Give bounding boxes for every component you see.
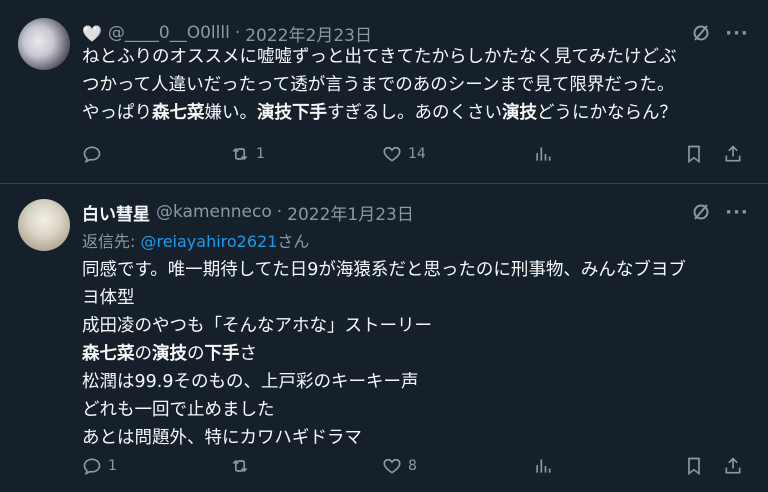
like-count: 14 [408, 146, 426, 162]
highlight-keyword: 演技 [502, 103, 537, 123]
tweet-text-line: 成田凌のやつも「そんなアホな」ストーリー [82, 316, 432, 336]
user-handle[interactable]: @kamenneco [156, 202, 272, 222]
views-icon [536, 147, 551, 161]
bookmark-icon [688, 457, 700, 476]
tweet-text-line: 森七菜の演技の下手さ [82, 340, 742, 368]
avatar[interactable] [18, 199, 70, 251]
retweet-button[interactable] [230, 451, 256, 481]
share-button[interactable] [723, 139, 743, 169]
separator-dot: · [234, 23, 241, 43]
reply-context: 返信先: @reiayahiro2621さん [82, 228, 309, 252]
reply-count: 1 [108, 458, 117, 474]
reply-suffix: さん [277, 232, 310, 251]
tweet-header: 白い彗星 @kamenneco · 2022年1月23日 [82, 198, 414, 226]
like-button[interactable]: 14 [382, 139, 426, 169]
reply-button[interactable] [82, 139, 108, 169]
action-bar: 1 8 [82, 451, 762, 481]
like-icon [383, 458, 401, 474]
highlight-keyword: 下手 [204, 344, 240, 364]
text-segment: どうにかならん？ [537, 103, 677, 123]
share-icon [725, 145, 741, 162]
text-segment: やっぱり [82, 103, 152, 123]
grok-icon[interactable] [688, 199, 714, 225]
reply-icon [83, 458, 101, 476]
tweet[interactable]: 🤍 @____0__O0llll · 2022年2月23日 ··· ねとふりのオ… [0, 0, 768, 183]
user-handle[interactable]: @____0__O0llll [108, 23, 230, 43]
retweet-count: 1 [256, 146, 265, 162]
tweet-text-line: 同感です。唯一期待してた日9が海猿系だと思ったのに刑事物、みんなブヨブ [82, 260, 686, 280]
reply-button[interactable]: 1 [82, 451, 117, 481]
tweet[interactable]: 白い彗星 @kamenneco · 2022年1月23日 ··· 返信先: @r… [0, 184, 768, 492]
action-bar: 1 14 [82, 139, 762, 169]
retweet-button[interactable]: 1 [230, 139, 265, 169]
tweet-text-line: ヨ体型 [82, 288, 135, 308]
tweet-text-line: やっぱり森七菜嫌い。演技下手すぎるし。あのくさい演技どうにかならん？ [82, 99, 742, 127]
retweet-icon [232, 147, 248, 161]
display-name[interactable]: 白い彗星 [82, 200, 150, 225]
views-button[interactable] [533, 451, 553, 481]
bookmark-button[interactable] [684, 451, 704, 481]
tweet-date[interactable]: 2022年2月23日 [245, 21, 372, 46]
share-button[interactable] [723, 451, 743, 481]
tweet-text: 同感です。唯一期待してた日9が海猿系だと思ったのに刑事物、みんなブヨブ ヨ体型 … [82, 256, 742, 452]
bookmark-button[interactable] [684, 139, 704, 169]
tweet-text-line: 松潤は99.9そのもの、上戸彩のキーキー声 [82, 372, 419, 392]
like-button[interactable]: 8 [382, 451, 417, 481]
tweet-text-line: つかって人違いだったって透が言うまでのあのシーンまで見て限界だった。 [82, 75, 675, 95]
highlight-keyword: 演技下手 [257, 103, 327, 123]
tweet-feed: 🤍 @____0__O0llll · 2022年2月23日 ··· ねとふりのオ… [0, 0, 768, 492]
highlight-keyword: 演技 [152, 344, 187, 364]
retweet-icon [232, 459, 248, 473]
tweet-text-line: どれも一回で止めました [82, 400, 275, 420]
views-button[interactable] [533, 139, 553, 169]
like-count: 8 [408, 458, 417, 474]
reply-mention-link[interactable]: @reiayahiro2621 [140, 232, 277, 251]
views-icon [536, 459, 551, 473]
reply-label: 返信先: [82, 232, 141, 251]
share-icon [725, 457, 741, 474]
avatar[interactable] [18, 18, 70, 70]
tweet-text-line: ねとふりのオススメに嘘嘘ずっと出てきてたからしかたなく見てみたけどぶ [82, 47, 677, 67]
more-icon[interactable]: ··· [724, 199, 750, 225]
highlight-keyword: 森七菜 [152, 103, 205, 123]
text-segment: すぎるし。あのくさい [327, 103, 502, 123]
highlight-keyword: 森七菜 [82, 344, 135, 364]
tweet-date[interactable]: 2022年1月23日 [287, 200, 414, 225]
tweet-text-line: あとは問題外、特にカワハギドラマ [82, 428, 362, 448]
text-segment: さ [239, 344, 258, 364]
text-segment: の [134, 344, 153, 364]
like-icon [383, 146, 401, 162]
heart-icon: 🤍 [82, 23, 102, 43]
separator-dot: · [276, 202, 283, 222]
bookmark-icon [688, 145, 700, 164]
text-segment: の [187, 344, 205, 364]
text-segment: 嫌い。 [204, 103, 258, 123]
reply-icon [83, 146, 101, 164]
tweet-text: ねとふりのオススメに嘘嘘ずっと出てきてたからしかたなく見てみたけどぶ つかって人… [82, 43, 742, 127]
